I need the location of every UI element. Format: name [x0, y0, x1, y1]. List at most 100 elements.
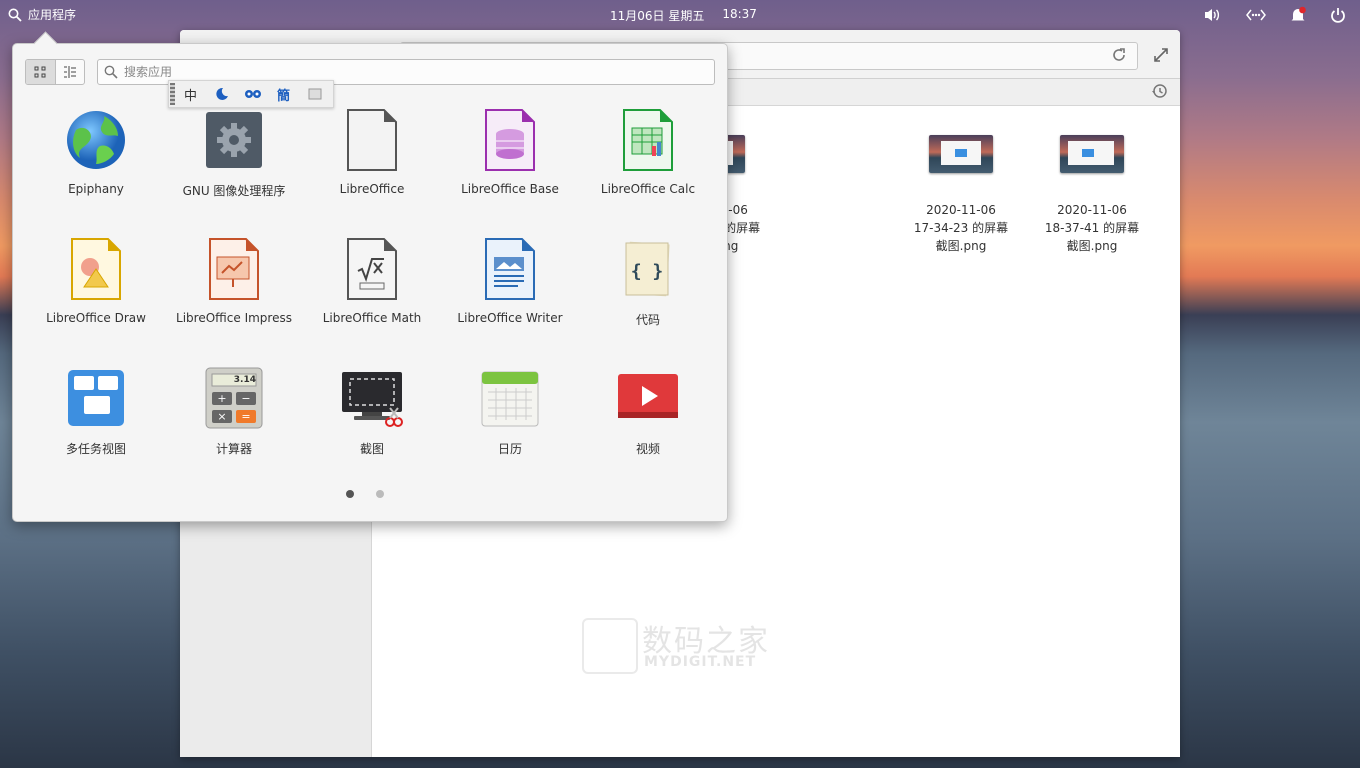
search-icon	[104, 65, 118, 79]
watermark: 数码之家 MYDIGIT.NET	[582, 616, 782, 676]
popover-arrow	[33, 31, 58, 56]
calendar-icon	[478, 366, 542, 430]
svg-text:=: =	[241, 410, 250, 423]
calculator-display: 3.14	[233, 375, 256, 385]
virtual-keyboard-button[interactable]	[299, 81, 330, 107]
punctuation-icon	[244, 90, 261, 98]
page-indicator	[346, 490, 384, 498]
app-libreoffice-base[interactable]: LibreOffice Base	[441, 108, 579, 228]
app-multitasking-view[interactable]: 多任务视图	[27, 366, 165, 486]
svg-text:{ }: { }	[631, 261, 664, 282]
app-launcher-popover: Epiphany GNU 图像处理程序 LibreOffice LibreOff…	[12, 31, 728, 522]
grid-view-button[interactable]	[26, 60, 55, 84]
file-item[interactable]: 2020-11-06 17-34-23 的屏幕 截图.png	[896, 135, 1026, 255]
search-input[interactable]	[122, 64, 686, 80]
top-panel: 应用程序 11月06日 星期五 18:37	[0, 0, 1360, 30]
app-label: GNU 图像处理程序	[182, 184, 286, 198]
history-icon[interactable]	[1150, 82, 1168, 100]
draw-icon	[64, 237, 128, 301]
file-name-line: 17-34-23 的屏幕	[913, 221, 1009, 235]
presentation-icon	[202, 237, 266, 301]
writer-icon	[478, 237, 542, 301]
power-icon[interactable]	[1328, 5, 1348, 25]
category-view-icon	[63, 66, 76, 78]
moon-icon	[215, 87, 228, 100]
app-libreoffice-calc[interactable]: LibreOffice Calc	[579, 108, 717, 228]
document-icon	[340, 108, 404, 172]
app-gimp[interactable]: GNU 图像处理程序	[165, 108, 303, 228]
grid-view-icon	[34, 66, 46, 78]
file-item[interactable]: 2020-11-06 18-37-41 的屏幕 截图.png	[1027, 135, 1157, 255]
fullscreen-icon[interactable]	[1152, 46, 1170, 64]
app-label: LibreOffice Math	[322, 311, 422, 325]
app-label: LibreOffice Calc	[600, 182, 696, 196]
video-icon	[616, 366, 680, 430]
app-label: 计算器	[215, 442, 252, 456]
ime-mode-button[interactable]: 中	[175, 81, 206, 107]
calculator-icon: + − × = 3.14	[202, 366, 266, 430]
punctuation-toggle[interactable]	[237, 81, 268, 107]
page-dot-1[interactable]	[346, 490, 354, 498]
file-name-line: 2020-11-06	[926, 203, 996, 217]
fullwidth-toggle[interactable]	[206, 81, 237, 107]
screenshot-icon	[340, 366, 404, 430]
app-label: 视频	[635, 442, 660, 456]
app-screenshot[interactable]: 截图	[303, 366, 441, 486]
file-name-line: 截图.png	[1066, 239, 1118, 253]
svg-text:−: −	[241, 392, 250, 405]
input-method-toolbar: 中 簡	[168, 80, 334, 108]
app-libreoffice[interactable]: LibreOffice	[303, 108, 441, 228]
watermark-logo	[582, 618, 638, 674]
app-libreoffice-math[interactable]: LibreOffice Math	[303, 237, 441, 357]
app-label: 代码	[635, 313, 660, 327]
app-code[interactable]: { } 代码	[579, 237, 717, 357]
image-thumbnail	[1060, 135, 1124, 173]
ime-mode-label: 中	[183, 88, 197, 104]
app-videos[interactable]: 视频	[579, 366, 717, 486]
app-label: LibreOffice Draw	[46, 311, 146, 325]
watermark-en: MYDIGIT.NET	[644, 654, 757, 670]
app-calculator[interactable]: + − × = 3.14 计算器	[165, 366, 303, 486]
page-dot-2[interactable]	[376, 490, 384, 498]
globe-icon	[64, 108, 128, 172]
category-view-button[interactable]	[54, 60, 85, 84]
file-name-line: 2020-11-06	[1057, 203, 1127, 217]
app-label: 日历	[497, 442, 522, 456]
app-label: LibreOffice Impress	[176, 311, 292, 325]
app-calendar[interactable]: 日历	[441, 366, 579, 486]
reload-icon[interactable]	[1111, 47, 1127, 63]
script-label: 簡	[276, 88, 290, 104]
date-time-indicator[interactable]: 11月06日 星期五 18:37	[610, 7, 757, 24]
app-label: LibreOffice	[339, 182, 405, 196]
file-name-line: 截图.png	[935, 239, 987, 253]
notifications-icon[interactable]	[1288, 5, 1308, 25]
database-icon	[478, 108, 542, 172]
spreadsheet-icon	[616, 108, 680, 172]
app-libreoffice-draw[interactable]: LibreOffice Draw	[27, 237, 165, 357]
app-label: LibreOffice Writer	[457, 311, 563, 325]
keyboard-icon	[308, 88, 321, 100]
time-text: 18:37	[722, 7, 757, 21]
applications-label: 应用程序	[28, 8, 77, 22]
app-label: LibreOffice Base	[461, 182, 559, 196]
gear-icon	[202, 108, 266, 172]
search-icon	[8, 8, 22, 22]
svg-text:+: +	[217, 392, 226, 405]
svg-text:×: ×	[217, 410, 226, 423]
date-text: 11月06日 星期五	[610, 9, 705, 23]
applications-menu-button[interactable]: 应用程序	[8, 6, 76, 23]
volume-icon[interactable]	[1202, 5, 1222, 25]
app-epiphany[interactable]: Epiphany	[27, 108, 165, 228]
app-libreoffice-impress[interactable]: LibreOffice Impress	[165, 237, 303, 357]
code-icon: { }	[616, 237, 680, 301]
app-label: 多任务视图	[65, 442, 126, 456]
script-toggle[interactable]: 簡	[268, 81, 299, 107]
app-label: Epiphany	[68, 182, 124, 196]
formula-icon	[340, 237, 404, 301]
network-icon[interactable]	[1246, 5, 1266, 25]
app-label: 截图	[359, 442, 384, 456]
image-thumbnail	[929, 135, 993, 173]
multitasking-icon	[64, 366, 128, 430]
file-name-line: 18-37-41 的屏幕	[1044, 221, 1140, 235]
app-libreoffice-writer[interactable]: LibreOffice Writer	[441, 237, 579, 357]
